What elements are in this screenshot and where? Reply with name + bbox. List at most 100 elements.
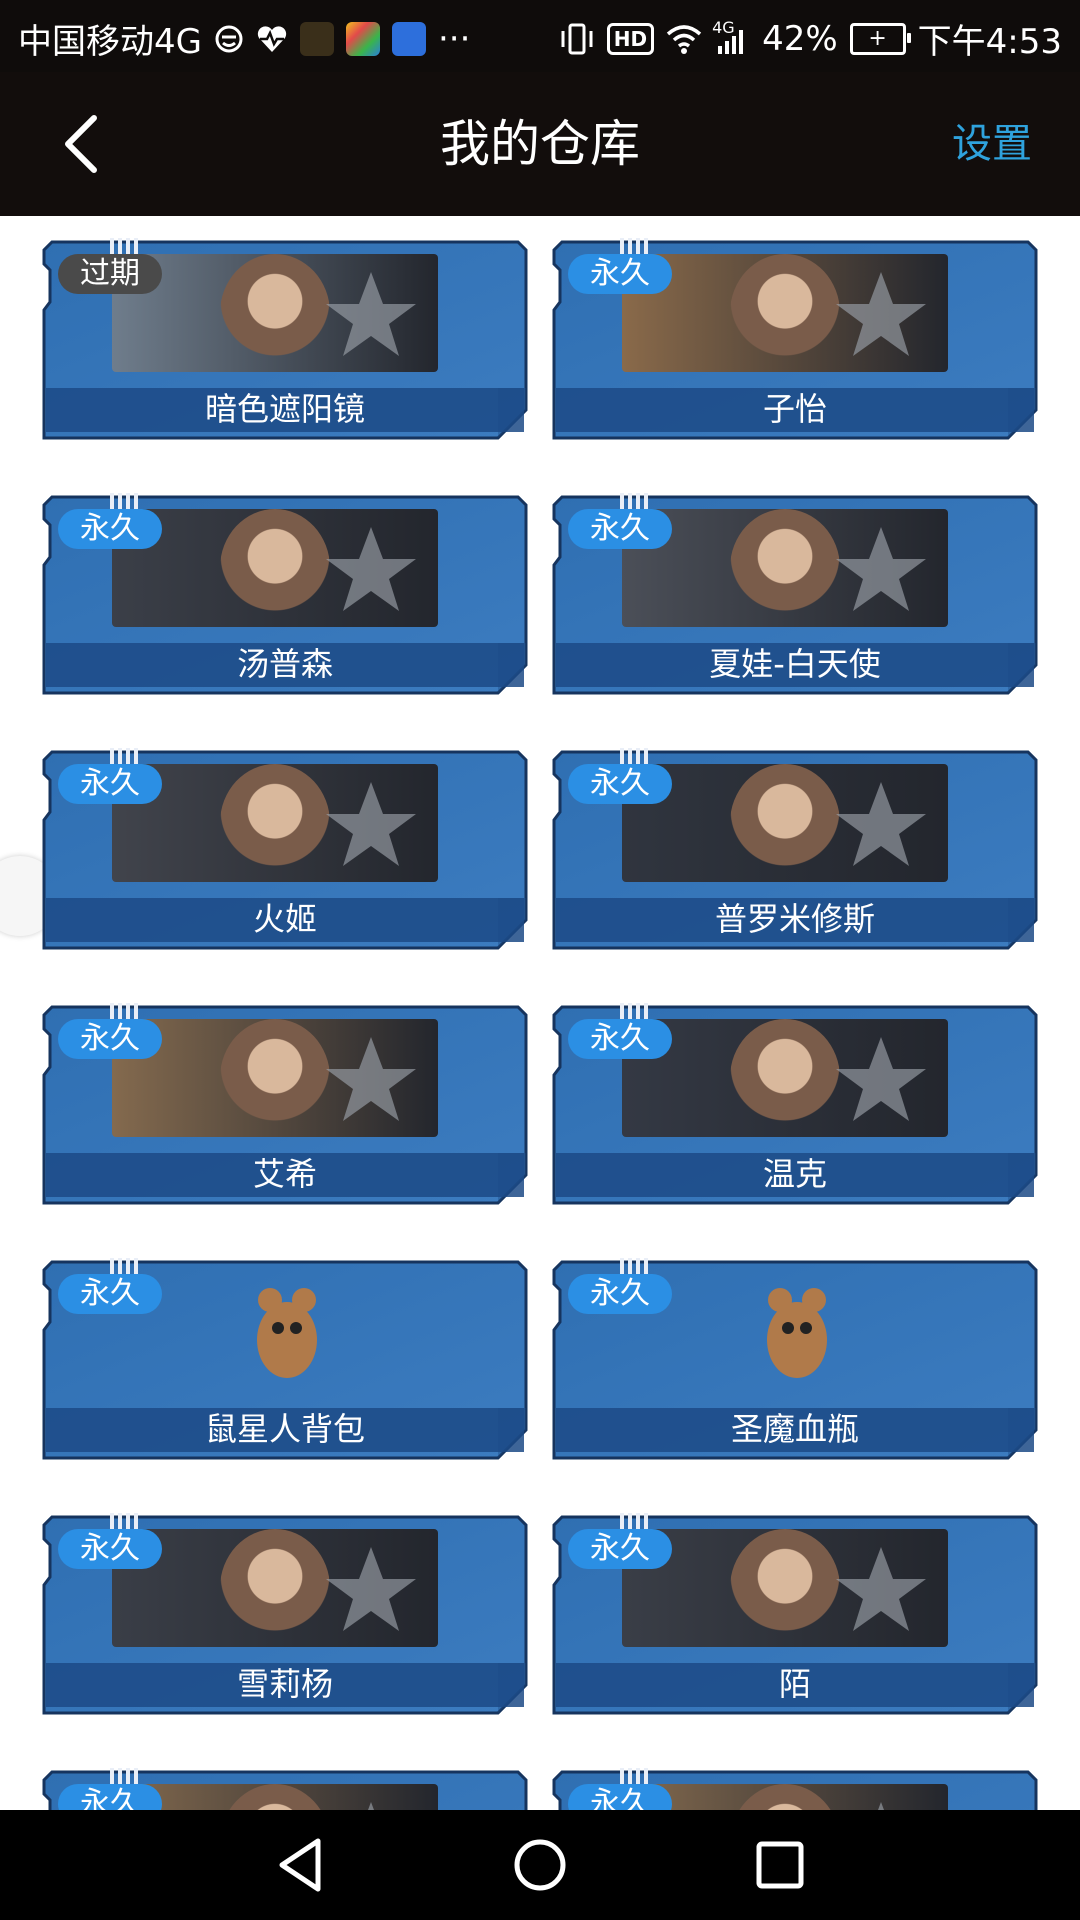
square-recent-icon[interactable] bbox=[750, 1835, 810, 1895]
status-badge: 永久 bbox=[58, 1274, 162, 1314]
emblem-icon bbox=[368, 1802, 374, 1810]
carrier-text: 中国移动4G bbox=[18, 22, 202, 62]
character-portrait-icon bbox=[730, 1784, 840, 1810]
card-notch bbox=[620, 1258, 648, 1274]
item-card[interactable]: 过期暗色遮阳镜 bbox=[42, 238, 528, 440]
character-portrait-icon bbox=[730, 509, 840, 627]
item-card[interactable]: 永久圣魔血瓶 bbox=[552, 1258, 1038, 1460]
battery-icon: + bbox=[849, 22, 911, 55]
emblem-icon bbox=[836, 1547, 926, 1631]
item-card[interactable]: 永久子怡 bbox=[552, 238, 1038, 440]
settings-button[interactable]: 设置 bbox=[952, 72, 1032, 216]
card-notch bbox=[620, 748, 648, 764]
card-notch bbox=[620, 493, 648, 509]
emblem-icon bbox=[326, 782, 416, 866]
card-notch bbox=[110, 1258, 138, 1274]
character-portrait-icon bbox=[220, 509, 330, 627]
item-name: 暗色遮阳镜 bbox=[204, 390, 365, 428]
item-prop-icon bbox=[767, 1288, 827, 1378]
card-notch bbox=[620, 1003, 648, 1019]
circle-home-icon[interactable] bbox=[510, 1835, 570, 1895]
card-notch bbox=[620, 1768, 648, 1784]
status-bar: 中国移动4G ··· HD 4G 42% + 下午4:53 bbox=[0, 0, 1080, 72]
item-name: 艾希 bbox=[252, 1155, 317, 1193]
card-notch bbox=[110, 493, 138, 509]
item-name: 圣魔血瓶 bbox=[730, 1410, 859, 1448]
card-notch bbox=[110, 748, 138, 764]
status-badge: 过期 bbox=[58, 254, 162, 294]
status-badge: 永久 bbox=[568, 764, 672, 804]
triangle-back-icon[interactable] bbox=[270, 1835, 330, 1895]
item-card[interactable]: 永久 普罗米修斯 bbox=[552, 748, 1038, 950]
character-portrait-icon bbox=[220, 1529, 330, 1647]
heart-rate-icon bbox=[256, 24, 288, 54]
emblem-icon bbox=[326, 272, 416, 356]
battery-percent: 42% bbox=[762, 18, 838, 59]
item-name: 汤普森 bbox=[236, 645, 333, 683]
status-badge: 永久 bbox=[58, 1784, 162, 1810]
app-header: 我的仓库 设置 bbox=[0, 72, 1080, 216]
emblem-icon bbox=[326, 1037, 416, 1121]
emblem-icon bbox=[836, 782, 926, 866]
card-notch bbox=[110, 1768, 138, 1784]
item-card[interactable]: 永久夏娃-白天使 bbox=[552, 493, 1038, 695]
item-card[interactable]: 永久雪莉杨 bbox=[42, 1513, 528, 1715]
item-card[interactable]: 永久火姬 bbox=[42, 748, 528, 950]
emblem-icon bbox=[836, 1037, 926, 1121]
item-name: 鼠星人背包 bbox=[204, 1410, 365, 1448]
card-notch bbox=[110, 1003, 138, 1019]
emblem-icon bbox=[326, 1547, 416, 1631]
emblem-icon bbox=[836, 527, 926, 611]
warehouse-grid: 过期 暗色遮阳镜 永久 子怡 永久 汤普森 永久 夏娃-白天使 永久 火姬 永久… bbox=[0, 216, 1080, 1810]
emblem-icon bbox=[878, 1802, 884, 1810]
status-badge: 永久 bbox=[568, 1529, 672, 1569]
card-notch bbox=[620, 238, 648, 254]
item-card[interactable]: 永久艾希 bbox=[42, 1003, 528, 1205]
status-right: HD 4G 42% + 下午4:53 bbox=[559, 14, 1062, 63]
character-portrait-icon bbox=[730, 764, 840, 882]
item-card[interactable]: 永久 温克 bbox=[552, 1003, 1038, 1205]
card-notch bbox=[110, 238, 138, 254]
status-badge: 永久 bbox=[58, 1529, 162, 1569]
item-name: 雪莉杨 bbox=[236, 1665, 333, 1703]
status-badge: 永久 bbox=[58, 764, 162, 804]
item-name: 火姬 bbox=[252, 900, 317, 938]
status-badge: 永久 bbox=[568, 1274, 672, 1314]
item-prop-icon bbox=[257, 1288, 317, 1378]
item-card[interactable]: 永久鼠星人背包 bbox=[42, 1258, 528, 1460]
page-title: 我的仓库 bbox=[440, 115, 640, 173]
item-name: 温克 bbox=[762, 1155, 827, 1193]
nav-bar bbox=[0, 1810, 1080, 1920]
wifi-icon bbox=[666, 24, 702, 54]
hd-badge: HD bbox=[606, 22, 655, 55]
item-name: 夏娃-白天使 bbox=[709, 645, 881, 683]
signal-icon: 4G bbox=[712, 18, 750, 54]
network-type: 4G bbox=[712, 17, 735, 37]
status-badge: 永久 bbox=[568, 509, 672, 549]
clock: 下午4:53 bbox=[917, 22, 1062, 62]
color-app-icon bbox=[345, 21, 380, 56]
character-portrait-icon bbox=[220, 1784, 330, 1810]
item-name: 陌 bbox=[778, 1665, 811, 1703]
status-badge: 永久 bbox=[568, 254, 672, 294]
emblem-icon bbox=[836, 272, 926, 356]
item-card[interactable]: 永久汤普森 bbox=[42, 493, 528, 695]
vibrate-icon bbox=[559, 23, 595, 55]
character-portrait-icon bbox=[730, 1529, 840, 1647]
character-portrait-icon bbox=[730, 1019, 840, 1137]
item-card[interactable]: 永久陌 bbox=[552, 1513, 1038, 1715]
status-left: 中国移动4G ··· bbox=[18, 14, 470, 63]
character-portrait-icon bbox=[220, 1019, 330, 1137]
status-badge: 永久 bbox=[58, 509, 162, 549]
baidu-app-icon bbox=[391, 21, 426, 56]
emoji-icon bbox=[214, 24, 244, 54]
item-name: 子怡 bbox=[762, 390, 827, 428]
game-app-icon bbox=[299, 21, 334, 56]
character-portrait-icon bbox=[220, 254, 330, 372]
item-card[interactable]: 永久 bbox=[42, 1768, 528, 1810]
more-notifications: ··· bbox=[437, 18, 471, 59]
status-badge: 永久 bbox=[568, 1784, 672, 1810]
card-notch bbox=[620, 1513, 648, 1529]
item-card[interactable]: 永久 bbox=[552, 1768, 1038, 1810]
status-badge: 永久 bbox=[58, 1019, 162, 1059]
